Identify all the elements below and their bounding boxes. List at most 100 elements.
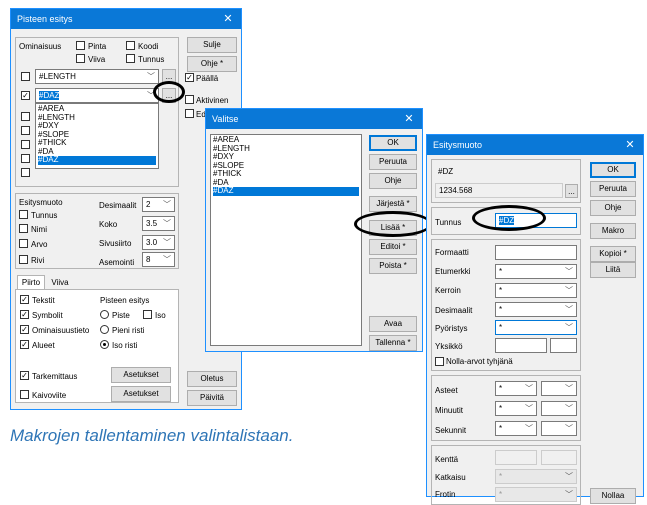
row3-checkbox[interactable] <box>21 112 30 121</box>
asemointi-label: Asemointi <box>99 258 135 267</box>
edi-checkbox[interactable] <box>185 109 194 118</box>
etumerkki-select[interactable]: * ﹀ <box>495 264 577 279</box>
tekstit-checkbox[interactable]: ✓ <box>20 295 29 304</box>
ohje-button[interactable]: Ohje <box>369 173 417 189</box>
piste-radio[interactable] <box>100 310 109 319</box>
yksikko-input-1[interactable] <box>495 338 547 353</box>
kopioi-button[interactable]: Kopioi * <box>590 246 636 262</box>
tab-piirto[interactable]: Piirto <box>17 275 45 289</box>
close-icon[interactable]: ✕ <box>396 109 422 129</box>
row6-checkbox[interactable] <box>21 154 30 163</box>
oletus-button[interactable]: Oletus <box>187 371 237 387</box>
editoi-button[interactable]: Editoi * <box>369 239 417 255</box>
row2-select[interactable]: #DAZ ﹀ <box>35 88 159 103</box>
alueet-checkbox[interactable]: ✓ <box>20 340 29 349</box>
desimaalit-select[interactable]: 2 ﹀ <box>142 197 175 212</box>
nimi-checkbox[interactable] <box>19 224 28 233</box>
tarkemittaus-checkbox[interactable]: ✓ <box>20 371 29 380</box>
ominaisuustieto-checkbox[interactable]: ✓ <box>20 325 29 334</box>
sekunnit-value: * <box>499 424 503 433</box>
list-item[interactable]: #THICK <box>213 169 359 179</box>
minuutit-select-1[interactable]: * ﹀ <box>495 401 537 416</box>
kentta-input-1[interactable] <box>495 450 537 465</box>
desimaalit-select[interactable]: * ﹀ <box>495 302 577 317</box>
chevron-down-icon: ﹀ <box>147 72 155 81</box>
pinta-label: Pinta <box>88 42 107 51</box>
nollaa-button[interactable]: Nollaa <box>590 488 636 504</box>
ohje-button[interactable]: Ohje <box>590 200 636 216</box>
close-icon[interactable]: ✕ <box>617 135 643 155</box>
tunnus2-label: Tunnus <box>31 211 58 220</box>
kaivoviite-checkbox[interactable] <box>20 390 29 399</box>
liita-button[interactable]: Liitä <box>590 262 636 278</box>
chevron-down-icon: ﹀ <box>163 219 171 228</box>
pinta-checkbox[interactable] <box>76 41 85 50</box>
paivita-button[interactable]: Päivitä <box>187 390 237 406</box>
asetukset-button-1[interactable]: Asetukset <box>111 367 171 383</box>
row1-value: #LENGTH <box>39 72 76 81</box>
makro-button[interactable]: Makro <box>590 223 636 239</box>
sulje-button[interactable]: Sulje <box>187 37 237 53</box>
row1-select[interactable]: #LENGTH ﹀ <box>35 69 159 84</box>
tunnus-checkbox[interactable] <box>126 54 135 63</box>
koodi-checkbox[interactable] <box>126 41 135 50</box>
tab-viiva[interactable]: Viiva <box>47 277 73 289</box>
attribute-dropdown-list[interactable]: #AREA #LENGTH #DXY #SLOPE #THICK #DA #DA… <box>35 103 159 169</box>
koodi-label: Koodi <box>138 42 159 51</box>
close-icon[interactable]: ✕ <box>215 9 241 29</box>
kerroin-select[interactable]: * ﹀ <box>495 283 577 298</box>
tallenna-button[interactable]: Tallenna * <box>369 335 417 351</box>
symbolit-checkbox[interactable]: ✓ <box>20 310 29 319</box>
pyoristys-select[interactable]: * ﹀ <box>495 320 577 335</box>
asteet-select-1[interactable]: * ﹀ <box>495 381 537 396</box>
iso-risti-radio[interactable] <box>100 340 109 349</box>
arvo-checkbox[interactable] <box>19 239 28 248</box>
iso-checkbox[interactable] <box>143 310 152 319</box>
row4-checkbox[interactable] <box>21 126 30 135</box>
sekunnit-select-2[interactable]: ﹀ <box>541 421 577 436</box>
tunnus2-checkbox[interactable] <box>19 210 28 219</box>
yksikko-input-2[interactable] <box>550 338 577 353</box>
asteet-select-2[interactable]: ﹀ <box>541 381 577 396</box>
poista-button[interactable]: Poista * <box>369 258 417 274</box>
nolla-checkbox[interactable] <box>435 357 444 366</box>
katkaisu-select[interactable]: * ﹀ <box>495 469 577 484</box>
avaa-button[interactable]: Avaa <box>369 316 417 332</box>
asemointi-select[interactable]: 8 ﹀ <box>142 252 175 267</box>
dropdown-item[interactable]: #THICK <box>38 138 156 148</box>
row7-checkbox[interactable] <box>21 168 30 177</box>
ok-button[interactable]: OK <box>590 162 636 178</box>
preview-ellipsis-button[interactable]: ... <box>565 184 578 198</box>
dropdown-item-selected[interactable]: #DAZ <box>38 155 156 165</box>
macro-list[interactable]: #AREA #LENGTH #DXY #SLOPE #THICK #DA #DA… <box>210 134 362 346</box>
peruuta-button[interactable]: Peruuta <box>369 154 417 170</box>
aktivinen-checkbox[interactable] <box>185 95 194 104</box>
chevron-down-icon: ﹀ <box>525 424 533 433</box>
row5-checkbox[interactable] <box>21 140 30 149</box>
row1-checkbox[interactable] <box>21 72 30 81</box>
koko-label: Koko <box>99 220 118 229</box>
kentta-input-2[interactable] <box>541 450 577 465</box>
sekunnit-select-1[interactable]: * ﹀ <box>495 421 537 436</box>
frotin-select[interactable]: * ﹀ <box>495 487 577 502</box>
row2-checkbox[interactable]: ✓ <box>21 91 30 100</box>
jarjesta-button[interactable]: Järjestä * <box>369 196 417 212</box>
peruuta-button[interactable]: Peruuta <box>590 181 636 197</box>
pieni-risti-radio[interactable] <box>100 325 109 334</box>
list-item[interactable]: #DA <box>213 178 359 188</box>
asetukset-button-2[interactable]: Asetukset <box>111 386 171 402</box>
paalla-checkbox[interactable]: ✓ <box>185 73 194 82</box>
caption: Makrojen tallentaminen valintalistaan. <box>10 426 294 445</box>
list-item-selected[interactable]: #DAZ <box>213 186 359 196</box>
sivusiirto-select[interactable]: 3.0 ﹀ <box>142 235 175 250</box>
pyoristys-label: Pyöristys <box>435 324 468 333</box>
list-item[interactable]: #LENGTH <box>213 144 359 154</box>
pieni-risti-label: Pieni risti <box>112 326 145 335</box>
koko-select[interactable]: 3.5 ﹀ <box>142 216 175 231</box>
minuutit-select-2[interactable]: ﹀ <box>541 401 577 416</box>
ok-button[interactable]: OK <box>369 135 417 151</box>
ohje-button[interactable]: Ohje * <box>187 56 237 72</box>
viiva-checkbox[interactable] <box>76 54 85 63</box>
rivi-checkbox[interactable] <box>19 255 28 264</box>
formaatti-input[interactable] <box>495 245 577 260</box>
